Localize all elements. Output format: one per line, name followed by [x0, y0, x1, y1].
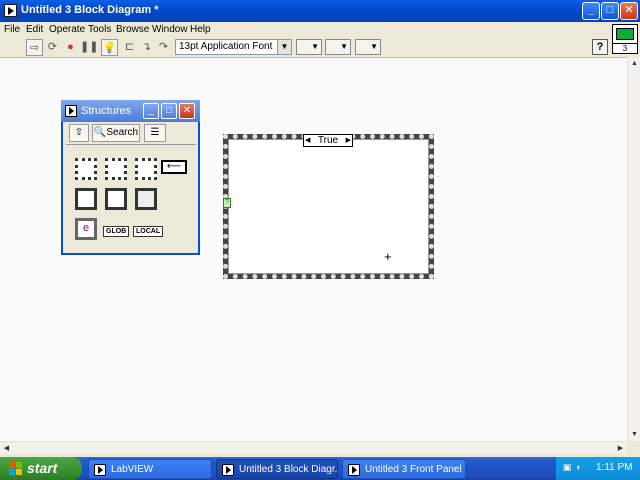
close-button[interactable]: ✕	[620, 2, 638, 20]
windows-flag-icon	[9, 462, 22, 475]
sequence-structure-icon[interactable]	[103, 156, 129, 182]
volume-icon[interactable]: ◐	[574, 462, 584, 473]
scroll-right-icon[interactable]: ▶	[614, 442, 627, 455]
palette-title-bar[interactable]: Structures _ □ ✕	[61, 100, 200, 122]
vertical-scrollbar[interactable]: ▲ ▼	[627, 57, 640, 441]
case-structure-icon[interactable]	[133, 156, 159, 182]
menu-edit[interactable]: Edit	[26, 24, 43, 35]
case-selector-terminal[interactable]: ?	[223, 198, 231, 208]
palette-up-icon[interactable]: ⇧	[69, 124, 89, 142]
font-dropdown[interactable]: 13pt Application Font ▼	[175, 39, 292, 55]
context-help-icon[interactable]: ?	[592, 39, 608, 55]
clock[interactable]: 1:11 PM	[596, 462, 633, 473]
run-continuously-icon[interactable]: ⟳	[44, 39, 61, 56]
reorder-icon[interactable]: ▼	[355, 39, 381, 55]
labview-app-icon[interactable]	[4, 4, 17, 17]
scroll-down-icon[interactable]: ▼	[628, 428, 640, 441]
palette-toolbar: ⇧ 🔍Search ☰	[66, 124, 196, 142]
for-loop-icon[interactable]	[73, 156, 99, 182]
labview-app-icon	[222, 464, 234, 476]
scroll-left-icon[interactable]: ◀	[0, 442, 13, 455]
window-title: Untitled 3 Block Diagram *	[21, 4, 159, 16]
scroll-up-icon[interactable]: ▲	[628, 57, 640, 70]
palette-search-label: Search	[106, 127, 139, 138]
menu-bar: File Edit Operate Tools Browse Window He…	[0, 22, 610, 38]
run-arrow-icon[interactable]: ⇨	[26, 39, 43, 56]
taskbar-item-labview[interactable]: LabVIEW	[88, 459, 212, 479]
palette-close-button[interactable]: ✕	[179, 103, 195, 119]
vi-icon-number: 3	[613, 43, 637, 53]
title-bar[interactable]: Untitled 3 Block Diagram * _ □ ✕	[0, 0, 640, 22]
highlight-execution-icon[interactable]: 💡	[101, 39, 118, 56]
while-loop-icon[interactable]	[73, 186, 99, 212]
block-diagram-window: Untitled 3 Block Diagram * _ □ ✕ File Ed…	[0, 0, 640, 457]
start-label: start	[27, 460, 58, 476]
start-button[interactable]: start	[0, 457, 82, 480]
font-dropdown-value: 13pt Application Font	[179, 41, 273, 52]
align-objects-icon[interactable]: ▼	[296, 39, 322, 55]
taskbar-item-label: Untitled 3 Front Panel *	[365, 464, 466, 475]
distribute-objects-icon[interactable]: ▼	[325, 39, 351, 55]
palette-app-icon	[65, 105, 77, 117]
menu-browse[interactable]: Browse	[116, 24, 149, 35]
taskbar-item-front-panel[interactable]: Untitled 3 Front Panel *	[342, 459, 466, 479]
case-selector-value: True	[317, 135, 339, 146]
vi-icon-screen	[616, 28, 634, 40]
event-structure-icon[interactable]: e	[73, 216, 99, 242]
chevron-down-icon[interactable]: ▼	[277, 40, 291, 54]
menu-file[interactable]: File	[4, 24, 20, 35]
stacked-sequence-icon[interactable]	[103, 186, 129, 212]
palette-minimize-button[interactable]: _	[143, 103, 159, 119]
menu-tools[interactable]: Tools	[88, 24, 111, 35]
labview-app-icon	[94, 464, 106, 476]
step-into-icon[interactable]: ↴	[138, 39, 155, 56]
menu-window[interactable]: Window	[152, 24, 188, 35]
case-selector-label[interactable]: ◀ True ▶	[303, 134, 353, 147]
palette-title: Structures	[81, 105, 132, 117]
case-structure[interactable]	[223, 134, 434, 279]
pause-icon[interactable]: ❚❚	[80, 39, 98, 56]
minimize-button[interactable]: _	[582, 2, 600, 20]
abort-icon[interactable]: ●	[62, 39, 79, 56]
palette-items: ⟵ e GLOB LOCAL	[67, 148, 195, 248]
case-decrement-icon[interactable]: ◀	[305, 135, 310, 146]
step-over-icon[interactable]: ↷	[155, 39, 172, 56]
taskbar-item-label: LabVIEW	[111, 464, 154, 475]
labview-app-icon	[348, 464, 360, 476]
maximize-button[interactable]: □	[601, 2, 619, 20]
menu-operate[interactable]: Operate	[49, 24, 85, 35]
structures-palette: Structures _ □ ✕ ⇧ 🔍Search ☰ ⟵ e GLOB LO…	[61, 100, 200, 255]
formula-node-icon[interactable]	[133, 186, 159, 212]
magnifier-icon: 🔍	[93, 127, 107, 138]
retain-wire-values-icon[interactable]: ⊏	[121, 39, 138, 56]
taskbar-item-label: Untitled 3 Block Diagr...	[239, 464, 338, 475]
system-tray: ▣ ◐ 1:11 PM	[555, 457, 640, 480]
taskbar: start LabVIEW Untitled 3 Block Diagr... …	[0, 457, 640, 480]
global-variable-icon[interactable]: GLOB	[103, 226, 130, 237]
wire-arrow-icon[interactable]: ⟵	[161, 160, 187, 174]
horizontal-scrollbar[interactable]: ◀ ▶	[0, 441, 627, 454]
palette-maximize-button[interactable]: □	[161, 103, 177, 119]
crosshair-cursor-icon: +	[384, 249, 392, 264]
palette-search-button[interactable]: 🔍Search	[92, 124, 140, 142]
local-variable-icon[interactable]: LOCAL	[133, 226, 164, 237]
palette-options-icon[interactable]: ☰	[144, 124, 166, 142]
case-increment-icon[interactable]: ▶	[346, 135, 351, 146]
network-icon[interactable]: ▣	[562, 462, 572, 473]
vi-icon[interactable]: 3	[612, 24, 638, 54]
menu-help[interactable]: Help	[190, 24, 211, 35]
event-structure-label: e	[75, 218, 97, 240]
palette-divider	[66, 144, 196, 145]
taskbar-item-block-diagram[interactable]: Untitled 3 Block Diagr...	[216, 459, 338, 479]
